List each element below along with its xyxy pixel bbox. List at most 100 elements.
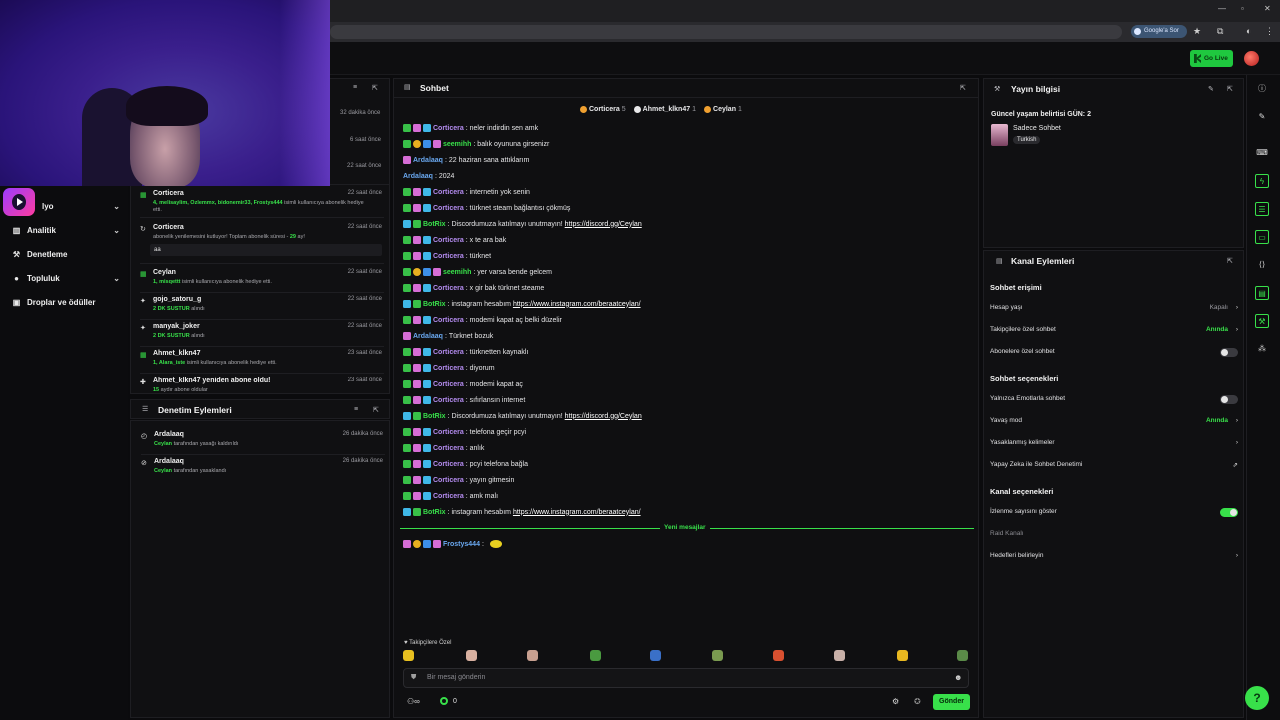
emote-icon[interactable] [897,650,908,661]
emote-icon[interactable] [466,650,477,661]
apps-icon[interactable]: ⁂ [1255,342,1269,356]
chat-message[interactable]: Corticera: türknet [403,250,491,262]
code-icon[interactable]: ⟨⟩ [1255,258,1269,272]
emote-icon[interactable] [773,650,784,661]
nav-item-analytics[interactable]: ▥ Analitik ⌄ [12,223,120,237]
goals-setting[interactable]: Hedefleri belirleyin › [990,552,1238,564]
show-viewers-setting[interactable]: İzlenme sayısını göster [990,508,1238,520]
chat-message[interactable]: seemihh: yer varsa bende gelcem [403,266,552,278]
popout-icon[interactable]: ⇱ [1227,85,1233,93]
chat-link[interactable]: https://www.instagram.com/beraatceylan/ [513,301,641,308]
nav-item-moderation[interactable]: ⚒ Denetleme [12,247,120,261]
activity-row[interactable]: ↻ Corticera 22 saat önce abonelik yenile… [140,224,384,264]
chat-message[interactable]: BotRix: Discordumuza katılmayı unutmayın… [403,218,642,230]
nav-item-community[interactable]: ● Topluluk ⌄ [12,271,120,285]
go-live-button[interactable]: Go Live [1190,50,1233,67]
activity-row[interactable]: ✦ manyak_joker 22 saat önce 2 DK SUSTUR … [140,323,384,347]
activity-row[interactable]: ▦ Ahmet_klkn47 23 saat önce 1, Alara_ist… [140,350,384,374]
send-button[interactable]: Gönder [933,694,970,710]
nav-item-video[interactable]: lyo ⌄ [42,199,120,213]
activity-row[interactable]: ▦ Ceylan 22 saat önce 1, misqettt isimli… [140,269,384,293]
chat-message[interactable]: Ardalaaq: 22 haziran sana attıklarım [403,154,529,166]
emote-icon[interactable] [957,650,968,661]
chat-link[interactable]: https://discord.gg/Ceylan [565,413,642,420]
edit-icon[interactable]: ✎ [1208,85,1214,93]
account-age-setting[interactable]: Hesap yaşı Kapalı › [990,304,1238,316]
emote-icon[interactable] [590,650,601,661]
emote-icon[interactable] [527,650,538,661]
top-gifter[interactable]: Ceylan 1 [704,105,742,113]
top-gifter[interactable]: Ahmet_klkn47 1 [633,105,696,113]
chat-input[interactable]: ⛊ Bir mesaj gönderin ☻ [403,668,969,688]
bolt-icon[interactable]: ϟ [1255,174,1269,188]
chat-message[interactable]: Frostys444: [403,538,502,550]
chat-message[interactable]: BotRix: instagram hesabım https://www.in… [403,506,641,518]
show-viewers-toggle[interactable] [1220,508,1238,517]
filter-icon[interactable]: ≡ [354,406,358,413]
chat-message[interactable]: BotRix: instagram hesabım https://www.in… [403,298,641,310]
users-icon[interactable]: ⚇∞ [407,697,420,706]
activity-row[interactable]: ✚ Ahmet_klkn47 yeniden abone oldu! 23 sa… [140,377,384,393]
followers-only-setting[interactable]: Takipçilere özel sohbet Anında › [990,326,1238,338]
ai-moderation-setting[interactable]: Yapay Zeka ile Sohbet Denetimi ⇗ [990,461,1238,473]
subs-only-setting[interactable]: Abonelere özel sohbet [990,348,1238,360]
raid-channel-setting[interactable]: Raid Kanalı [990,530,1238,542]
wrench-icon[interactable]: ⚒ [1255,314,1269,328]
help-icon[interactable]: ? [1245,686,1269,710]
profile-icon[interactable]: ◐ [1246,26,1251,36]
info-icon[interactable]: ⓘ [1255,82,1269,96]
settings-gear-icon[interactable]: ⚙ [892,697,899,706]
chat-message[interactable]: Corticera: anlık [403,442,484,454]
minimize-icon[interactable]: — [1218,4,1226,13]
chat-message[interactable]: Ardalaaq: Türknet bozuk [403,330,493,342]
filter-icon[interactable]: ≡ [353,84,357,91]
popout-icon[interactable]: ⇱ [373,406,379,414]
extensions-icon[interactable]: ⧉ [1217,26,1223,37]
chat-message[interactable]: seemihh: balık oyununa girsenizr [403,138,549,150]
emoji-icon[interactable]: ☻ [954,673,962,682]
popout-icon[interactable]: ⇱ [372,84,378,92]
emote-icon[interactable] [403,650,414,661]
chat-message[interactable]: Corticera: internetin yok senin [403,186,530,198]
chat-message[interactable]: Corticera: pcyi telefona bağla [403,458,528,470]
browser-menu-icon[interactable]: ⋮ [1265,26,1274,37]
user-avatar[interactable] [1244,51,1259,66]
top-gifter[interactable]: Corticera 5 [580,105,626,113]
banned-words-setting[interactable]: Yasaklanmış kelimeler › [990,439,1238,451]
popout-icon[interactable]: ⇱ [960,84,966,92]
close-icon[interactable]: ✕ [1264,4,1271,13]
chat-message[interactable]: Ardalaaq: 2024 [403,170,454,182]
subs-only-toggle[interactable] [1220,348,1238,357]
chat-message[interactable]: Corticera: türknet steam bağlantısı çökm… [403,202,570,214]
chat-link[interactable]: https://www.instagram.com/beraatceylan/ [513,509,641,516]
chat-message[interactable]: Corticera: yayın gitmesin [403,474,514,486]
emote-icon[interactable] [650,650,661,661]
chat-message[interactable]: Corticera: sıfırlansın internet [403,394,525,406]
moderation-row[interactable]: ⊘ Ardalaaq 26 dakika önce Ceylan tarafın… [141,458,385,482]
chat-message[interactable]: Corticera: diyorum [403,362,495,374]
new-messages-divider[interactable]: Yeni mesajlar [400,524,974,532]
activity-row[interactable]: ✦ gojo_satoru_g 22 saat önce 2 DK SUSTUR… [140,296,384,320]
address-bar[interactable] [330,25,1122,39]
points-counter[interactable]: 0 [440,697,457,705]
chat-icon[interactable]: ▭ [1255,230,1269,244]
actions-icon[interactable]: ▤ [1255,286,1269,300]
chat-message[interactable]: Corticera: x gir bak türknet steame [403,282,544,294]
moderation-row[interactable]: ◴ Ardalaaq 26 dakika önce Ceylan tarafın… [141,431,385,455]
popout-icon[interactable]: ⇱ [1227,257,1233,265]
chat-link[interactable]: https://discord.gg/Ceylan [565,221,642,228]
activity-row[interactable]: ▦ Corticera 22 saat önce 4, melisaylim, … [140,190,384,218]
chat-message[interactable]: BotRix: Discordumuza katılmayı unutmayın… [403,410,642,422]
emote-only-toggle[interactable] [1220,395,1238,404]
maximize-icon[interactable]: ▫ [1241,4,1244,13]
chat-message[interactable]: Corticera: telefona geçir pcyi [403,426,526,438]
chat-message[interactable]: Corticera: neler indirdin sen amk [403,122,538,134]
chat-message[interactable]: Corticera: modemi kapat aç [403,378,523,390]
chat-message[interactable]: Corticera: türknetten kaynaklı [403,346,528,358]
slow-mode-setting[interactable]: Yavaş mod Anında › [990,417,1238,429]
chat-message[interactable]: Corticera: modemi kapat aç belki düzelir [403,314,562,326]
google-ask-button[interactable]: Google'a Sor [1131,25,1187,38]
emote-only-setting[interactable]: Yalnızca Emotlarla sohbet [990,395,1238,407]
emote-icon[interactable] [712,650,723,661]
emote-icon[interactable] [834,650,845,661]
